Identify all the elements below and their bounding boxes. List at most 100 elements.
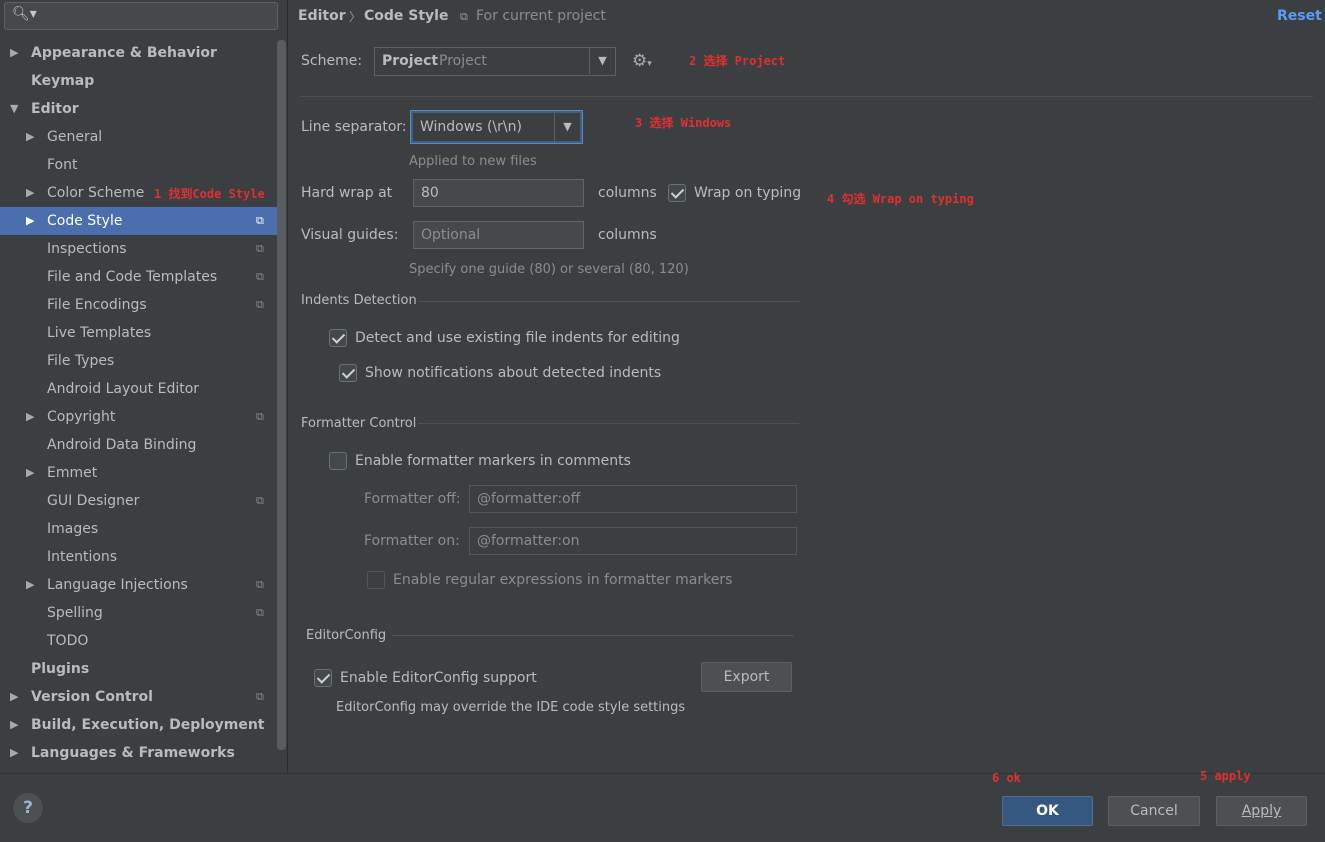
- scheme-value: Project: [439, 53, 487, 69]
- copy-icon: ⧉: [256, 270, 264, 283]
- sidebar-item-images[interactable]: Images: [0, 515, 287, 543]
- sidebar-item-todo[interactable]: TODO: [0, 627, 287, 655]
- copy-icon: ⧉: [256, 214, 264, 227]
- detect-indents-label[interactable]: Detect and use existing file indents for…: [355, 330, 680, 346]
- sidebar-item-emmet[interactable]: ▶ Emmet: [0, 459, 287, 487]
- formatter-markers-label[interactable]: Enable formatter markers in comments: [355, 453, 631, 469]
- sidebar-item-file-types[interactable]: File Types: [0, 347, 287, 375]
- indents-section-title: Indents Detection: [301, 293, 417, 308]
- sidebar-item-copyright[interactable]: ▶ Copyright ⧉: [0, 403, 287, 431]
- ok-button[interactable]: OK: [1002, 796, 1093, 826]
- collapsed-arrow-icon[interactable]: ▶: [10, 39, 18, 67]
- sidebar-item-label: Appearance & Behavior: [31, 45, 217, 61]
- wrap-on-typing-label[interactable]: Wrap on typing: [694, 185, 801, 201]
- sidebar-item-label: File and Code Templates: [47, 269, 218, 285]
- sidebar-item-language-injections[interactable]: ▶ Language Injections ⧉: [0, 571, 287, 599]
- sidebar-item-label: File Encodings: [47, 297, 147, 313]
- copy-icon: ⧉: [256, 410, 264, 423]
- sidebar-item-code-style[interactable]: ▶ Code Style ⧉: [0, 207, 278, 235]
- collapsed-arrow-icon[interactable]: ▶: [10, 711, 18, 739]
- collapsed-arrow-icon[interactable]: ▶: [26, 207, 34, 235]
- collapsed-arrow-icon[interactable]: ▶: [10, 739, 18, 767]
- sidebar-item-label: Intentions: [47, 549, 118, 565]
- cancel-button[interactable]: Cancel: [1108, 796, 1200, 826]
- line-separator-label: Line separator:: [301, 119, 407, 135]
- chevron-down-icon[interactable]: ▼: [589, 48, 615, 74]
- breadcrumb-editor: Editor: [298, 8, 346, 24]
- formatter-markers-checkbox[interactable]: [329, 452, 347, 470]
- sidebar-item-file-and-code-templates[interactable]: File and Code Templates ⧉: [0, 263, 287, 291]
- copy-icon: ⧉: [256, 578, 264, 591]
- collapsed-arrow-icon[interactable]: ▶: [26, 459, 34, 487]
- sidebar-item-inspections[interactable]: Inspections ⧉: [0, 235, 287, 263]
- sidebar-item-plugins[interactable]: Plugins: [0, 655, 287, 683]
- sidebar-item-label: Languages & Frameworks: [31, 745, 235, 761]
- sidebar-item-build-execution-deployment[interactable]: ▶ Build, Execution, Deployment: [0, 711, 287, 739]
- collapsed-arrow-icon[interactable]: ▶: [26, 403, 34, 431]
- hard-wrap-unit: columns: [598, 185, 657, 201]
- expanded-arrow-icon[interactable]: ▼: [10, 95, 18, 123]
- sidebar-item-label: File Types: [47, 353, 115, 369]
- formatter-regex-label[interactable]: Enable regular expressions in formatter …: [393, 572, 732, 588]
- sidebar-item-general[interactable]: ▶ General: [0, 123, 287, 151]
- search-input[interactable]: 🔍︎▾: [4, 2, 278, 30]
- sidebar-item-label: Emmet: [47, 465, 98, 481]
- collapsed-arrow-icon[interactable]: ▶: [26, 123, 34, 151]
- formatter-on-input[interactable]: @formatter:on: [469, 527, 797, 555]
- breadcrumb-code-style: Code Style: [364, 8, 449, 24]
- detect-indents-checkbox[interactable]: [329, 329, 347, 347]
- sidebar-item-appearance-behavior[interactable]: ▶ Appearance & Behavior: [0, 39, 287, 67]
- apply-button[interactable]: Apply: [1216, 796, 1307, 826]
- sidebar-item-file-encodings[interactable]: File Encodings ⧉: [0, 291, 287, 319]
- sidebar-item-font[interactable]: Font: [0, 151, 287, 179]
- scheme-label: Scheme:: [301, 53, 363, 69]
- annotation-4: 4 勾选 Wrap on typing: [827, 192, 974, 206]
- reset-link[interactable]: Reset: [1277, 8, 1322, 24]
- collapsed-arrow-icon[interactable]: ▶: [10, 683, 18, 711]
- sidebar-item-languages-frameworks[interactable]: ▶ Languages & Frameworks: [0, 739, 287, 767]
- editorconfig-label[interactable]: Enable EditorConfig support: [340, 670, 537, 686]
- sidebar-item-android-data-binding[interactable]: Android Data Binding: [0, 431, 287, 459]
- collapsed-arrow-icon[interactable]: ▶: [26, 571, 34, 599]
- search-icon: 🔍︎▾: [12, 6, 37, 22]
- sidebar-item-label: Color Scheme: [47, 185, 145, 201]
- sidebar-item-label: Spelling: [47, 605, 103, 621]
- notify-indents-label[interactable]: Show notifications about detected indent…: [365, 365, 661, 381]
- sidebar-item-label: Version Control: [31, 689, 153, 705]
- collapsed-arrow-icon[interactable]: ▶: [26, 179, 34, 207]
- sidebar-scrollbar[interactable]: [277, 40, 286, 750]
- sidebar-item-android-layout-editor[interactable]: Android Layout Editor: [0, 375, 287, 403]
- annotation-2: 2 选择 Project: [689, 54, 786, 68]
- chevron-down-icon[interactable]: ▼: [554, 113, 580, 141]
- line-separator-value: Windows (\r\n): [420, 119, 522, 135]
- visual-guides-input[interactable]: Optional: [413, 221, 584, 249]
- project-icon: ⧉: [460, 10, 468, 23]
- sidebar-item-label: Code Style: [47, 213, 123, 229]
- notify-indents-checkbox[interactable]: [339, 364, 357, 382]
- editorconfig-checkbox[interactable]: [314, 669, 332, 687]
- line-separator-select[interactable]: Windows (\r\n) ▼: [411, 111, 582, 143]
- formatter-off-input[interactable]: @formatter:off: [469, 485, 797, 513]
- sidebar-item-keymap[interactable]: Keymap: [0, 67, 287, 95]
- sidebar-item-version-control[interactable]: ▶ Version Control ⧉: [0, 683, 287, 711]
- breadcrumb-separator: 〉: [349, 10, 362, 24]
- gear-icon[interactable]: ⚙▾: [632, 51, 652, 71]
- sidebar-item-editor[interactable]: ▼ Editor: [0, 95, 287, 123]
- scope-label: For current project: [476, 8, 606, 24]
- sidebar-item-label: General: [47, 129, 103, 145]
- sidebar-item-intentions[interactable]: Intentions: [0, 543, 287, 571]
- copy-icon: ⧉: [256, 298, 264, 311]
- export-button[interactable]: Export: [701, 662, 792, 692]
- sidebar-item-label: Android Data Binding: [47, 437, 197, 453]
- sidebar-item-gui-designer[interactable]: GUI Designer ⧉: [0, 487, 287, 515]
- sidebar-item-live-templates[interactable]: Live Templates: [0, 319, 287, 347]
- copy-icon: ⧉: [256, 690, 264, 703]
- scheme-select[interactable]: Project Project ▼: [374, 47, 616, 76]
- hard-wrap-input[interactable]: 80: [413, 179, 584, 207]
- sidebar-item-label: Font: [47, 157, 78, 173]
- help-button[interactable]: ?: [13, 793, 43, 823]
- formatter-on-label: Formatter on:: [364, 533, 460, 549]
- sidebar-item-spelling[interactable]: Spelling ⧉: [0, 599, 287, 627]
- formatter-regex-checkbox[interactable]: [367, 571, 385, 589]
- wrap-on-typing-checkbox[interactable]: [668, 184, 686, 202]
